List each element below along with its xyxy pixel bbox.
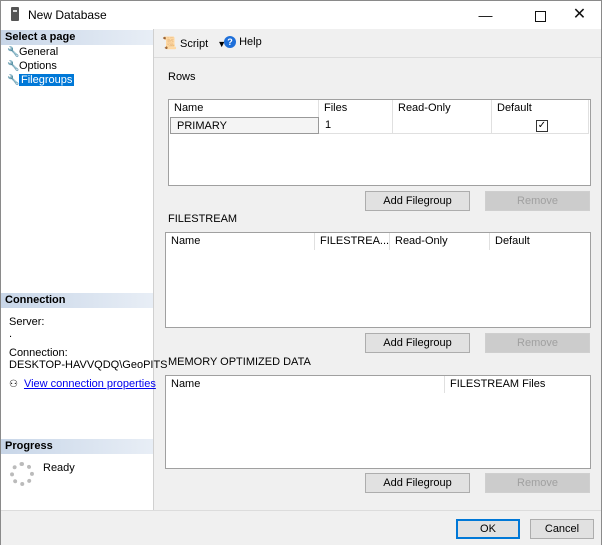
table-row-name-cell[interactable]: PRIMARY xyxy=(170,117,319,134)
select-page-header: Select a page xyxy=(1,30,153,45)
rows-remove-button[interactable]: Remove xyxy=(485,191,590,211)
progress-status: Ready xyxy=(43,462,75,474)
default-checkbox[interactable]: ✓ xyxy=(536,120,548,132)
connection-header: Connection xyxy=(1,293,153,308)
connection-value: DESKTOP-HAVVQDQ\GeoPITS xyxy=(9,359,168,371)
filestream-col-default[interactable]: Default xyxy=(490,233,589,250)
rows-col-default[interactable]: Default xyxy=(492,100,589,117)
filestream-label: FILESTREAM xyxy=(168,213,238,225)
page-item-options[interactable]: 🔧Options xyxy=(7,59,57,73)
new-database-window: New Database — ✕ Select a page 🔧General … xyxy=(0,0,602,545)
help-icon: ? xyxy=(224,36,236,48)
filestream-col-name[interactable]: Name xyxy=(166,233,315,250)
dialog-footer: OK Cancel xyxy=(1,510,601,545)
memory-col-filestream-files[interactable]: FILESTREAM Files xyxy=(445,376,589,393)
left-pane: Select a page 🔧General 🔧Options 🔧 Filegro… xyxy=(1,29,168,510)
connection-label: Connection: xyxy=(9,347,68,359)
server-value: . xyxy=(9,328,13,340)
view-connection-properties[interactable]: ⚇ View connection properties xyxy=(9,378,156,390)
help-button[interactable]: ? Help xyxy=(224,36,262,48)
table-row-readonly-cell[interactable] xyxy=(393,117,492,134)
toolbar: 📜 Script ▼ ? Help xyxy=(154,29,601,58)
wrench-icon: 🔧 xyxy=(7,61,20,72)
maximize-icon xyxy=(535,10,546,22)
memory-optimized-grid[interactable]: Name FILESTREAM Files xyxy=(165,375,591,469)
rows-col-name[interactable]: Name xyxy=(169,100,319,117)
table-row-files-cell[interactable]: 1 xyxy=(319,117,393,134)
page-item-filegroups[interactable]: 🔧 Filegroups xyxy=(7,73,75,87)
cancel-button[interactable]: Cancel xyxy=(530,519,594,539)
wrench-icon: 🔧 xyxy=(7,75,20,86)
progress-spinner-icon xyxy=(10,462,34,486)
title-bar[interactable]: New Database — ✕ xyxy=(1,1,601,29)
rows-col-files[interactable]: Files xyxy=(319,100,393,117)
connection-properties-icon: ⚇ xyxy=(9,379,18,390)
memory-add-filegroup-button[interactable]: Add Filegroup xyxy=(365,473,470,493)
page-item-general[interactable]: 🔧General xyxy=(7,45,58,59)
rows-add-filegroup-button[interactable]: Add Filegroup xyxy=(365,191,470,211)
progress-header: Progress xyxy=(1,439,153,454)
view-connection-properties-link[interactable]: View connection properties xyxy=(24,378,156,390)
filestream-col-files[interactable]: FILESTREA... xyxy=(315,233,390,250)
memory-remove-button[interactable]: Remove xyxy=(485,473,590,493)
wrench-icon: 🔧 xyxy=(7,47,20,58)
filestream-add-filegroup-button[interactable]: Add Filegroup xyxy=(365,333,470,353)
rows-grid[interactable]: Name Files Read-Only Default PRIMARY 1 ✓ xyxy=(168,99,591,186)
filestream-col-readonly[interactable]: Read-Only xyxy=(390,233,490,250)
close-button[interactable]: ✕ xyxy=(557,1,602,29)
memory-optimized-label: MEMORY OPTIMIZED DATA xyxy=(168,356,311,368)
table-row-default-cell[interactable]: ✓ xyxy=(492,117,589,134)
minimize-button[interactable]: — xyxy=(463,1,508,29)
script-icon: 📜 xyxy=(162,36,177,50)
memory-col-name[interactable]: Name xyxy=(166,376,445,393)
rows-col-readonly[interactable]: Read-Only xyxy=(393,100,492,117)
script-button[interactable]: 📜 Script ▼ xyxy=(162,36,226,50)
database-app-icon xyxy=(11,7,19,21)
window-title: New Database xyxy=(28,8,107,22)
rows-label: Rows xyxy=(168,71,196,83)
filestream-grid[interactable]: Name FILESTREA... Read-Only Default xyxy=(165,232,591,328)
ok-button[interactable]: OK xyxy=(456,519,520,539)
server-label: Server: xyxy=(9,316,45,328)
filestream-remove-button[interactable]: Remove xyxy=(485,333,590,353)
